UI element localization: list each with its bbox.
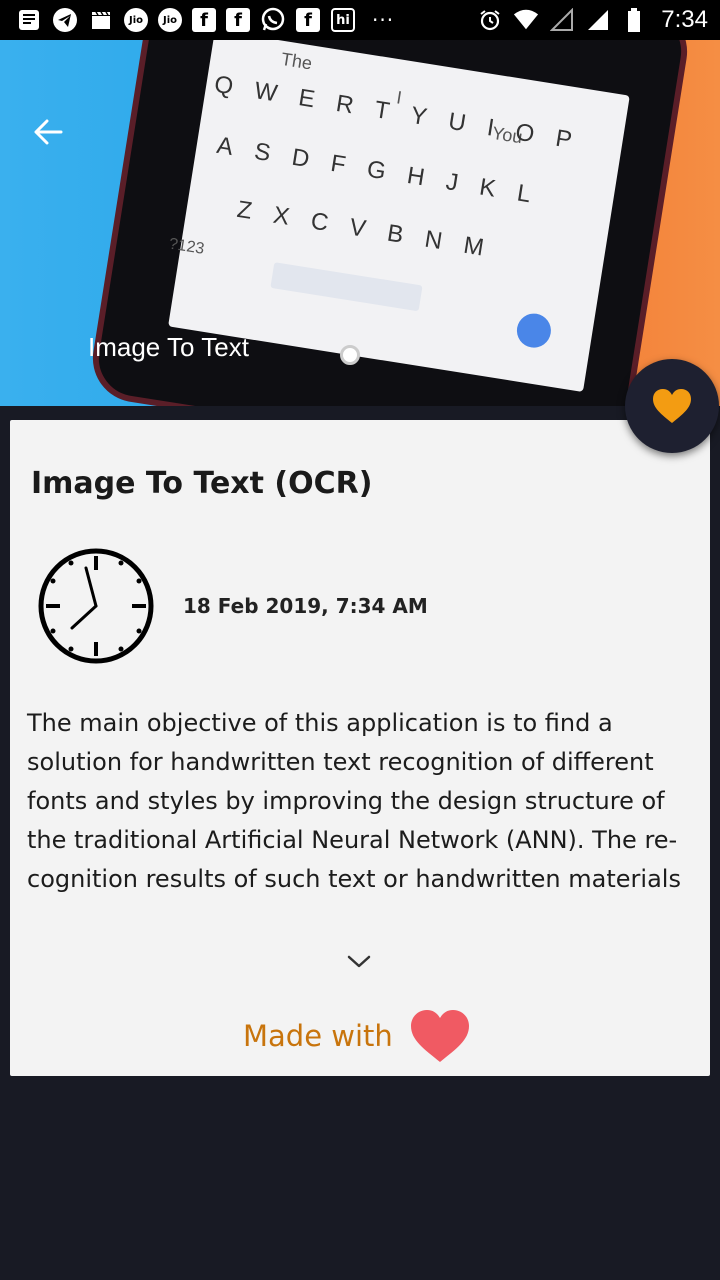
whatsapp-icon xyxy=(260,7,286,33)
heart-icon xyxy=(653,389,691,423)
clapper-icon xyxy=(88,7,114,33)
home-nav-icon xyxy=(340,345,360,365)
keyboard-suggestion: The xyxy=(279,48,314,74)
hi-icon: hi xyxy=(330,7,356,33)
wifi-icon xyxy=(513,7,539,33)
facebook-icon: f xyxy=(296,8,320,32)
heart-icon xyxy=(410,1010,469,1062)
facebook-icon: f xyxy=(192,8,216,32)
signal-icon xyxy=(585,7,611,33)
status-bar: Jio Jio f f f hi ··· 7:34 xyxy=(0,0,720,40)
news-icon xyxy=(16,7,42,33)
clock-icon xyxy=(38,548,154,664)
jio-icon: Jio xyxy=(124,8,148,32)
chevron-down-icon xyxy=(347,955,371,968)
telegram-icon xyxy=(52,7,78,33)
arrow-left-icon xyxy=(34,119,63,145)
jio-icon: Jio xyxy=(158,8,182,32)
system-icons: 7:34 xyxy=(477,4,708,36)
back-button[interactable] xyxy=(26,110,70,154)
battery-icon xyxy=(621,7,647,33)
keyboard-row: ZXCVBNM xyxy=(235,195,508,265)
signal-icon xyxy=(549,7,575,33)
more-notifications-icon: ··· xyxy=(372,8,395,32)
detail-card: Image To Text (OCR) 18 Feb 2019, 7:34 AM… xyxy=(10,420,710,1076)
made-with-label: Made with xyxy=(243,1019,393,1053)
keyboard-enter-icon xyxy=(514,311,554,351)
facebook-icon: f xyxy=(226,8,250,32)
expand-button[interactable] xyxy=(344,948,374,976)
keyboard-spacebar xyxy=(270,262,423,312)
alarm-icon xyxy=(477,7,503,33)
made-with-footer: Made with xyxy=(243,1008,471,1064)
notification-icons: Jio Jio f f f hi ··· xyxy=(16,4,394,36)
hero-title: Image To Text xyxy=(88,332,249,362)
clock-time: 7:34 xyxy=(661,6,708,33)
hero-image: The I You QWERTYUIOP ASDFGHJKL ZXCVBNM ?… xyxy=(0,40,720,406)
description-text: The main objective of this application i… xyxy=(27,709,681,893)
card-title: Image To Text (OCR) xyxy=(31,466,373,501)
favorite-button[interactable] xyxy=(625,359,719,453)
date-label: 18 Feb 2019, 7:34 AM xyxy=(183,594,428,618)
